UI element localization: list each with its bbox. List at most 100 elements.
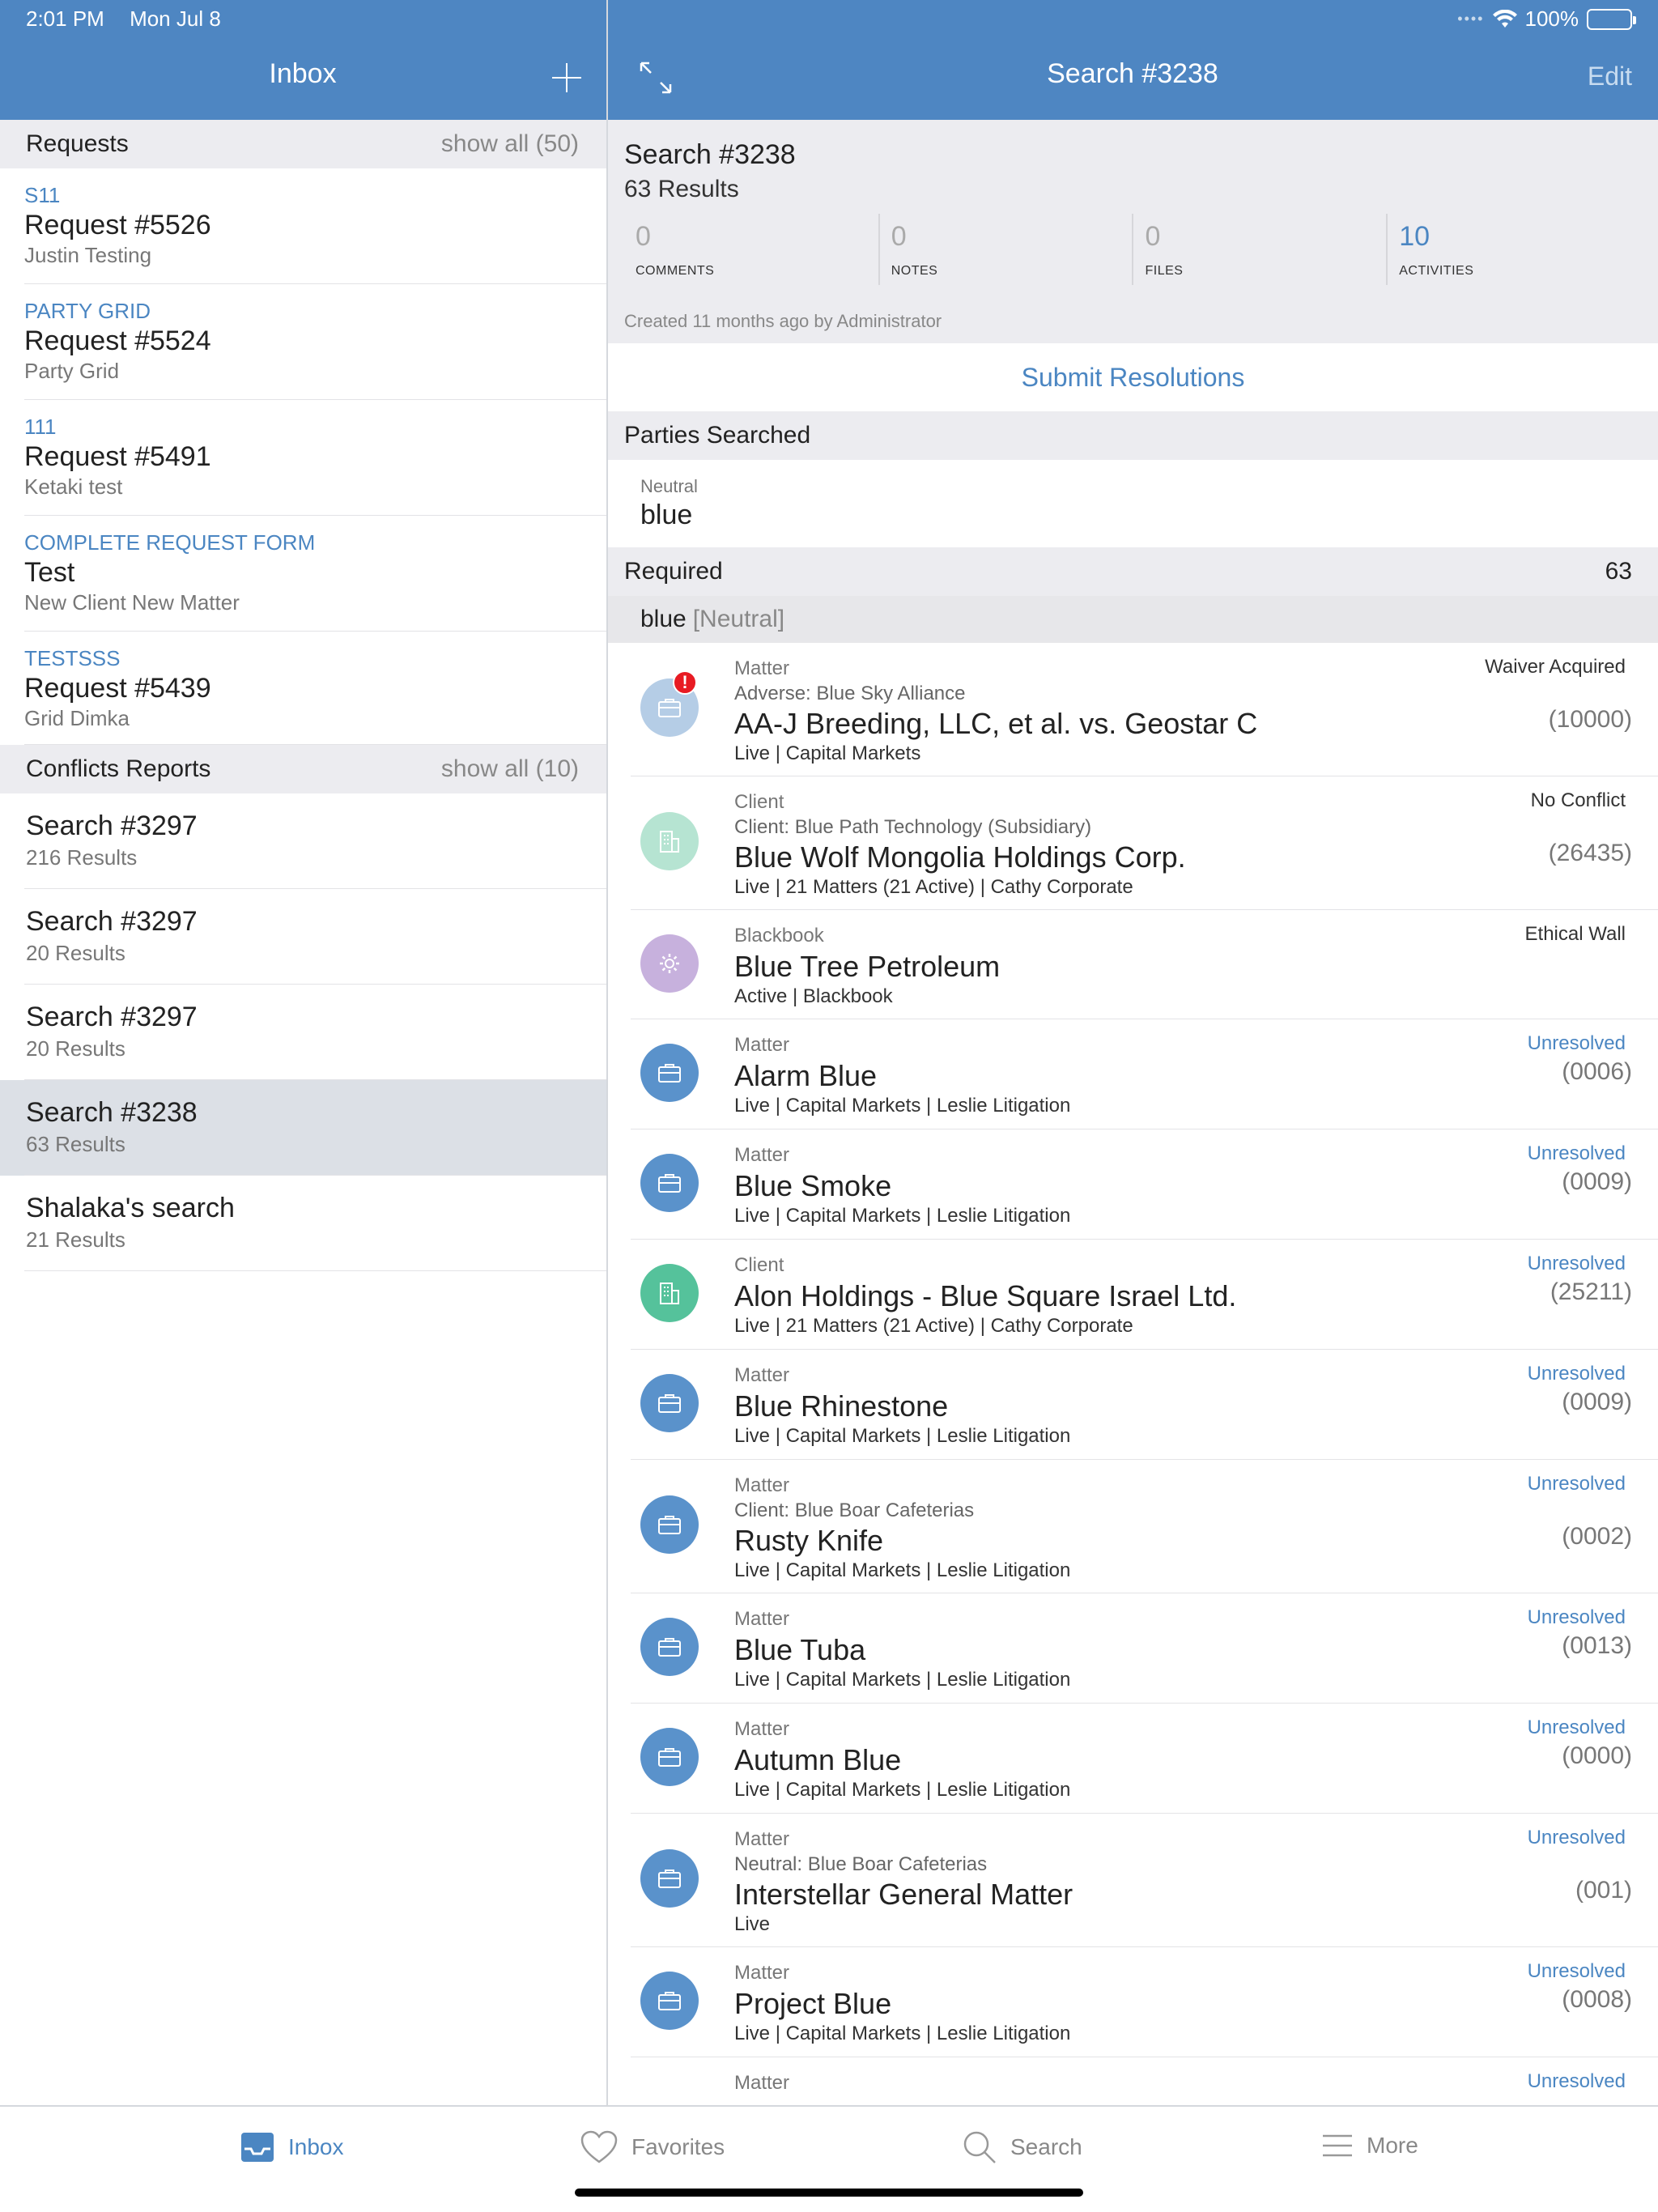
party-item[interactable]: Neutral blue (608, 460, 1658, 547)
report-item[interactable]: Shalaka's search 21 Results (0, 1176, 606, 1271)
stat-files[interactable]: 0 FILES (1132, 214, 1386, 285)
request-tag: TESTSSS (24, 646, 121, 670)
report-item[interactable]: Search #3297 20 Results (0, 889, 606, 985)
result-type: Matter (734, 1364, 790, 1386)
briefcase-icon (657, 1636, 682, 1657)
briefcase-icon (657, 1172, 682, 1193)
result-status: Unresolved (1527, 2070, 1626, 2092)
result-title: Autumn Blue (734, 1743, 902, 1776)
inbox-icon (241, 2133, 274, 2162)
requests-show-all-link[interactable]: show all (50) (441, 130, 579, 158)
tab-search[interactable]: Search (962, 2129, 1082, 2165)
result-title: Blue Smoke (734, 1169, 892, 1202)
report-results: 20 Results (26, 1036, 125, 1061)
stat-value: 10 (1399, 221, 1431, 252)
result-status: Unresolved (1527, 1827, 1626, 1848)
report-title: Shalaka's search (26, 1193, 235, 1223)
result-type: Matter (734, 1474, 790, 1496)
result-title: AA-J Breeding, LLC, et al. vs. Geostar C (734, 707, 1258, 740)
tab-label: Inbox (288, 2134, 344, 2159)
report-item[interactable]: Search #3297 20 Results (0, 985, 606, 1080)
gear-icon (657, 951, 682, 976)
request-title: Request #5491 (24, 441, 211, 472)
result-number: (25211) (1550, 1278, 1632, 1305)
request-item[interactable]: 111 Request #5491 Ketaki test (0, 400, 606, 516)
result-number: (0009) (1562, 1168, 1632, 1195)
result-status: Waiver Acquired (1485, 656, 1626, 678)
result-meta: Live | Capital Markets | Leslie Litigati… (734, 1095, 1071, 1117)
party-role: Neutral (640, 476, 698, 496)
stat-label: NOTES (891, 264, 938, 278)
tab-favorites[interactable]: Favorites (580, 2129, 725, 2165)
stat-activities[interactable]: 10 ACTIVITIES (1386, 214, 1640, 285)
result-number: (0006) (1562, 1058, 1632, 1085)
briefcase-icon (657, 1746, 682, 1767)
report-results: 20 Results (26, 941, 125, 965)
result-type: Matter (734, 1828, 790, 1850)
stat-value: 0 (1145, 221, 1161, 252)
result-title: Project Blue (734, 1987, 892, 2020)
edit-button[interactable]: Edit (1588, 62, 1632, 91)
report-item-selected[interactable]: Search #3238 63 Results (0, 1080, 606, 1176)
result-row[interactable]: Matter Blue Tuba Live | Capital Markets | … (631, 1593, 1658, 1704)
result-row[interactable]: Matter Alarm Blue Live | Capital Markets |… (631, 1019, 1658, 1129)
briefcase-icon (657, 1868, 682, 1889)
result-status: Unresolved (1527, 1960, 1626, 1982)
result-type: Client (734, 791, 784, 813)
stat-notes[interactable]: 0 NOTES (878, 214, 1133, 285)
result-title: Blue Wolf Mongolia Holdings Corp. (734, 840, 1186, 874)
result-subtitle: Adverse: Blue Sky Alliance (734, 683, 966, 704)
result-row[interactable]: ! Matter Adverse: Blue Sky Alliance AA-J Br… (631, 643, 1658, 776)
submit-resolutions-button[interactable]: Submit Resolutions (608, 343, 1658, 411)
request-item[interactable]: TESTSSS Request #5439 Grid Dimka (0, 632, 606, 745)
result-type: Blackbook (734, 925, 824, 946)
add-request-button[interactable] (549, 60, 585, 96)
result-meta: Live | Capital Markets | Leslie Litigati… (734, 1205, 1071, 1227)
result-status: Unresolved (1527, 1253, 1626, 1274)
result-status: Unresolved (1527, 1473, 1626, 1495)
group-name: blue (640, 606, 687, 632)
result-subtitle: Client: Blue Path Technology (Subsidiary… (734, 816, 1092, 838)
result-row[interactable]: Matter Autumn Blue Live | Capital Markets … (631, 1704, 1658, 1814)
result-row[interactable]: Blackbook Blue Tree Petroleum Active | Bla… (631, 910, 1658, 1019)
request-title: Test (24, 557, 75, 588)
tab-label: Search (1010, 2134, 1082, 2159)
result-row[interactable]: Matter Project Blue Live | Capital Markets… (631, 1947, 1658, 2057)
briefcase-icon (657, 1393, 682, 1414)
request-item[interactable]: S11 Request #5526 Justin Testing (0, 168, 606, 284)
summary-results: 63 Results (624, 176, 739, 202)
result-row[interactable]: Matter Client: Blue Boar Cafeterias Rusty … (631, 1460, 1658, 1593)
result-meta: Live | Capital Markets | Leslie Litigati… (734, 1669, 1071, 1691)
reports-show-all-link[interactable]: show all (10) (441, 755, 579, 783)
result-row[interactable]: Matter Neutral: Blue Boar Cafeterias Inter… (631, 1814, 1658, 1947)
result-meta: Live | Capital Markets | Leslie Litigati… (734, 2023, 1071, 2044)
result-avatar (640, 1728, 699, 1786)
reports-label: Conflicts Reports (26, 755, 211, 782)
parties-label: Parties Searched (624, 422, 811, 449)
stat-label: COMMENTS (636, 264, 715, 278)
report-item[interactable]: Search #3297 216 Results (0, 793, 606, 889)
battery-percent: 100% (1524, 6, 1579, 31)
result-status: Unresolved (1527, 1716, 1626, 1738)
result-row[interactable]: Matter Blue Rhinestone Live | Capital Mark… (631, 1350, 1658, 1460)
request-subtitle: New Client New Matter (24, 590, 240, 615)
result-title: Alon Holdings - Blue Square Israel Ltd. (734, 1279, 1237, 1312)
result-type: Matter (734, 1144, 790, 1166)
result-number: (10000) (1548, 706, 1632, 733)
result-title: Interstellar General Matter (734, 1878, 1073, 1911)
stat-label: ACTIVITIES (1399, 264, 1474, 278)
parties-header: Parties Searched (608, 411, 1658, 460)
result-row[interactable]: Client Client: Blue Path Technology (Subs… (631, 776, 1658, 910)
tab-more[interactable]: More (1321, 2129, 1418, 2162)
request-item[interactable]: COMPLETE REQUEST FORM Test New Client Ne… (0, 516, 606, 632)
report-title: Search #3297 (26, 1002, 198, 1032)
result-row[interactable]: Matter Unresolved (631, 2057, 1658, 2106)
result-title: Blue Rhinestone (734, 1389, 949, 1423)
report-title: Search #3297 (26, 810, 198, 841)
stat-comments[interactable]: 0 COMMENTS (624, 214, 878, 285)
result-status: Unresolved (1527, 1032, 1626, 1054)
result-row[interactable]: Matter Blue Smoke Live | Capital Markets |… (631, 1129, 1658, 1240)
result-row[interactable]: Client Alon Holdings - Blue Square Israel… (631, 1240, 1658, 1350)
request-item[interactable]: PARTY GRID Request #5524 Party Grid (0, 284, 606, 400)
tab-inbox[interactable]: Inbox (240, 2129, 344, 2165)
